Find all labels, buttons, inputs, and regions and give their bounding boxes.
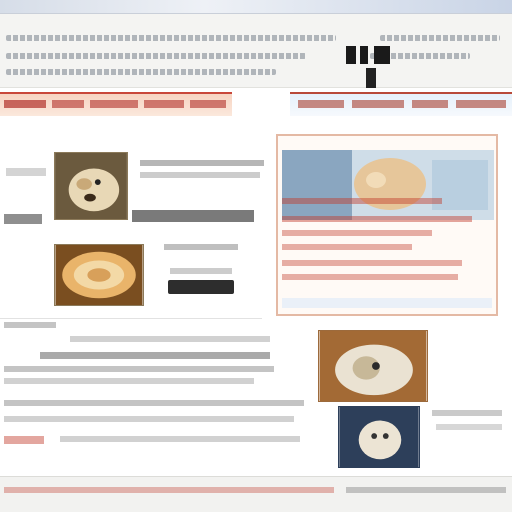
dog-photo bbox=[55, 153, 127, 219]
nav-item-3[interactable] bbox=[90, 100, 138, 108]
story-text bbox=[436, 424, 502, 430]
story-text bbox=[4, 400, 304, 406]
page-footer bbox=[0, 476, 512, 512]
story-text bbox=[4, 322, 56, 328]
nav-bar-right bbox=[290, 92, 512, 116]
more-button[interactable] bbox=[168, 280, 234, 294]
story-text bbox=[170, 268, 232, 274]
feature-text bbox=[282, 230, 432, 236]
nav-item-8[interactable] bbox=[412, 100, 448, 108]
story-image-animal[interactable] bbox=[318, 330, 428, 402]
nav-item-4[interactable] bbox=[144, 100, 184, 108]
header-text-row bbox=[6, 28, 506, 42]
feature-image[interactable] bbox=[282, 150, 494, 220]
nav-item-2[interactable] bbox=[52, 100, 84, 108]
section-label bbox=[6, 168, 46, 176]
story-text bbox=[164, 244, 238, 250]
footer-text bbox=[4, 487, 334, 493]
page-header bbox=[0, 14, 512, 88]
story-text bbox=[40, 352, 270, 359]
feature-text bbox=[282, 216, 472, 222]
nav-item-1[interactable] bbox=[4, 100, 46, 108]
feature-photo bbox=[282, 150, 494, 220]
logo-icon[interactable] bbox=[346, 46, 396, 90]
story-image-pie[interactable] bbox=[54, 244, 144, 306]
nav-item-7[interactable] bbox=[352, 100, 404, 108]
headline-small[interactable] bbox=[4, 214, 42, 224]
story-text bbox=[4, 416, 294, 422]
nav-bar-left bbox=[0, 92, 232, 116]
header-text-row bbox=[6, 46, 506, 60]
header-text-row bbox=[6, 62, 506, 76]
headline[interactable] bbox=[132, 210, 254, 222]
feature-box[interactable] bbox=[276, 134, 498, 316]
footer-text bbox=[346, 487, 506, 493]
story-text bbox=[4, 378, 254, 384]
nav-item-5[interactable] bbox=[190, 100, 226, 108]
cat-photo bbox=[339, 407, 419, 467]
food-photo bbox=[55, 245, 143, 305]
story-text bbox=[4, 366, 274, 372]
feature-footer bbox=[282, 298, 492, 308]
story-text bbox=[4, 436, 44, 444]
feature-text bbox=[282, 198, 442, 204]
browser-titlebar bbox=[0, 0, 512, 14]
feature-text bbox=[282, 274, 458, 280]
divider bbox=[0, 318, 262, 319]
story-image-cat[interactable] bbox=[338, 406, 420, 468]
story-image-dog[interactable] bbox=[54, 152, 128, 220]
nav-item-6[interactable] bbox=[298, 100, 344, 108]
story-text bbox=[140, 160, 264, 166]
feature-text bbox=[282, 260, 462, 266]
story-text bbox=[140, 172, 260, 178]
story-text bbox=[70, 336, 270, 342]
nav-item-9[interactable] bbox=[456, 100, 506, 108]
feature-text bbox=[282, 244, 412, 250]
story-text bbox=[60, 436, 300, 442]
story-text bbox=[432, 410, 502, 416]
animal-photo bbox=[319, 331, 427, 401]
